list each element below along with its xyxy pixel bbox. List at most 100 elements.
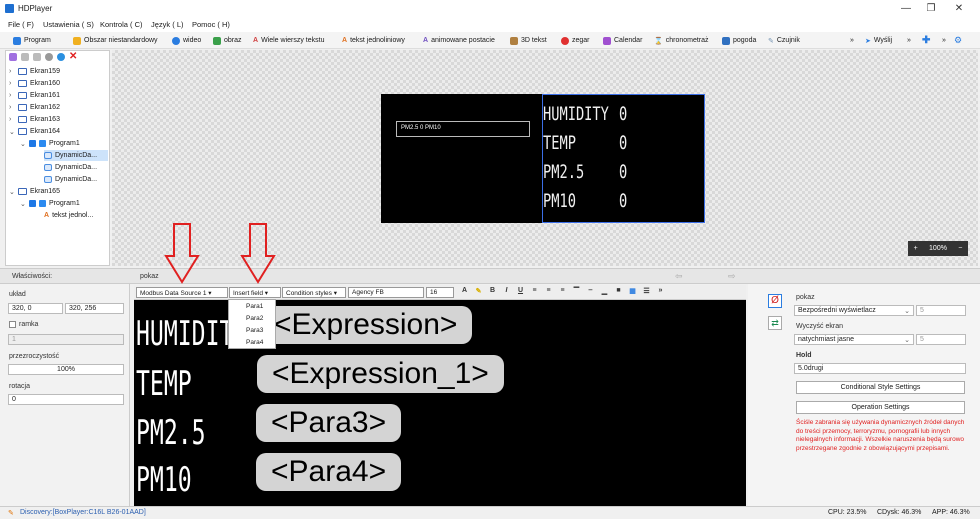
position-field[interactable]: 320, 0: [8, 303, 63, 314]
clear-duration[interactable]: 5: [916, 334, 966, 345]
new-icon[interactable]: [9, 53, 17, 61]
insert-field-select[interactable]: Insert field ▾: [229, 287, 281, 298]
tree-item-program[interactable]: ⌄ Program1: [20, 198, 80, 209]
frame-select[interactable]: 1: [8, 334, 124, 345]
calendar-button[interactable]: Calendar: [603, 34, 642, 47]
font-select[interactable]: Agency FB: [348, 287, 424, 298]
maximize-icon[interactable]: ❐: [920, 1, 942, 16]
data-source-select[interactable]: Modbus Data Source 1 ▾: [136, 287, 228, 298]
highlight-icon[interactable]: ✎: [474, 287, 483, 295]
tree-item-screen[interactable]: ⌄ Ekran165: [9, 186, 60, 197]
frame-checkbox[interactable]: ramka: [9, 321, 38, 328]
settings-gear-icon[interactable]: ⚙: [954, 34, 962, 47]
tab-show[interactable]: pokaz: [140, 273, 159, 280]
custom-area-button[interactable]: Obszar niestandardowy: [73, 34, 158, 47]
valign-bottom-icon[interactable]: ▁: [600, 287, 609, 295]
pm-text-area[interactable]: PM2.5 0 PM10: [396, 121, 530, 137]
align-center-icon[interactable]: ≡: [544, 287, 553, 295]
program-button[interactable]: Program: [13, 34, 51, 47]
expression-token[interactable]: <Expression>: [259, 306, 473, 344]
menu-language[interactable]: Język ( L): [151, 20, 184, 29]
down-icon[interactable]: [57, 53, 65, 61]
tree-item-screen[interactable]: › Ekran163: [9, 114, 60, 125]
video-button[interactable]: wideo: [172, 34, 201, 47]
font-size-select[interactable]: 16: [426, 287, 454, 298]
tree-item-program[interactable]: ⌄ Program1: [20, 138, 80, 149]
tree-item-dynamic-data[interactable]: DynamicDa...: [44, 174, 97, 185]
operation-settings-button[interactable]: Operation Settings: [796, 401, 965, 414]
discovery-status[interactable]: Discovery:[BoxPlayer:C16L B26-01AAD]: [20, 509, 146, 516]
tree-item-dynamic-data[interactable]: DynamicDa...: [44, 162, 97, 173]
weather-button[interactable]: pogoda: [722, 34, 756, 47]
no-condition-icon[interactable]: Ø: [768, 294, 782, 308]
clock-button[interactable]: zegar: [561, 34, 590, 47]
dropdown-option[interactable]: Para4: [246, 339, 263, 346]
dropdown-option[interactable]: Para2: [246, 315, 263, 322]
arrow-right-icon[interactable]: ⇨: [728, 271, 736, 282]
align-left-icon[interactable]: ≡: [530, 287, 539, 295]
menu-settings[interactable]: Ustawienia ( S): [43, 20, 94, 29]
tree-item-screen[interactable]: › Ekran161: [9, 90, 60, 101]
condition-styles-select[interactable]: Condition styles ▾: [282, 287, 346, 298]
image-button[interactable]: obraz: [213, 34, 242, 47]
underline-icon[interactable]: U: [516, 287, 525, 295]
shuffle-icon[interactable]: ⇄: [768, 316, 782, 330]
tree-item-dynamic-data[interactable]: DynamicDa...: [44, 150, 108, 161]
up-icon[interactable]: [45, 53, 53, 61]
size-field[interactable]: 320, 256: [65, 303, 124, 314]
clear-screen-select[interactable]: natychmiast jasne ⌄: [794, 334, 914, 345]
expression-token[interactable]: <Expression_1>: [257, 355, 504, 393]
move-icon[interactable]: ✚: [922, 34, 930, 47]
zoom-out-button[interactable]: −: [958, 245, 962, 252]
single-line-text-button[interactable]: Atekst jednoliniowy: [342, 34, 405, 47]
delete-icon[interactable]: ✕: [69, 52, 77, 62]
hold-stepper[interactable]: 5.0drugi: [794, 363, 966, 374]
conditional-style-settings-button[interactable]: Conditional Style Settings: [796, 381, 965, 394]
transparency-stepper[interactable]: 100%: [8, 364, 124, 375]
menu-help[interactable]: Pomoc ( H): [192, 20, 230, 29]
checkbox-icon[interactable]: [29, 200, 36, 207]
sensor-button[interactable]: ✎ Czujnik: [768, 34, 800, 47]
text-editor[interactable]: HUMIDITY <Expression> TEMP <Expression_1…: [134, 300, 746, 507]
minimize-icon[interactable]: —: [895, 1, 917, 16]
toolbar-overflow-icon[interactable]: »: [942, 34, 946, 47]
valign-middle-icon[interactable]: ‒: [586, 287, 595, 295]
grid-icon[interactable]: ▦: [628, 287, 637, 295]
rotation-stepper[interactable]: 0: [8, 394, 124, 405]
menu-file[interactable]: File ( F): [8, 20, 34, 29]
selected-dynamic-area[interactable]: HUMIDITY 0 TEMP 0 PM2.5 0 PM10 0: [542, 94, 705, 223]
animated-text-button[interactable]: Aanimowane postacie: [423, 34, 495, 47]
toolbar-overflow-icon[interactable]: »: [850, 34, 854, 47]
tree-item-screen[interactable]: › Ekran162: [9, 102, 60, 113]
dropdown-option[interactable]: Para1: [246, 303, 263, 310]
more-icon[interactable]: »: [656, 287, 665, 295]
list-icon[interactable]: ☰: [642, 287, 651, 295]
arrow-left-icon[interactable]: ⇦: [675, 271, 683, 282]
checkbox-icon[interactable]: [29, 140, 36, 147]
valign-top-icon[interactable]: ▔: [572, 287, 581, 295]
paste-icon[interactable]: [33, 53, 41, 61]
tree-item-text[interactable]: Atekst jednol...: [44, 210, 93, 221]
toolbar-overflow-icon[interactable]: »: [907, 34, 911, 47]
tree-item-screen[interactable]: ⌄ Ekran164: [9, 126, 60, 137]
multiline-text-button[interactable]: A Wiele wierszy tekstu: [253, 34, 324, 47]
send-button[interactable]: ➤ Wyślij: [865, 34, 892, 47]
copy-icon[interactable]: [21, 53, 29, 61]
stopwatch-button[interactable]: ⌛ chronometraż: [654, 34, 709, 47]
para-token[interactable]: <Para3>: [256, 404, 402, 442]
para-token[interactable]: <Para4>: [256, 453, 402, 491]
font-color-icon[interactable]: A: [460, 287, 469, 295]
color-black-icon[interactable]: ■: [614, 287, 623, 295]
align-right-icon[interactable]: ≡: [558, 287, 567, 295]
italic-icon[interactable]: I: [502, 287, 511, 295]
bold-icon[interactable]: B: [488, 287, 497, 295]
menu-control[interactable]: Kontrola ( C): [100, 20, 143, 29]
close-icon[interactable]: ✕: [948, 1, 970, 16]
show-duration[interactable]: 5: [916, 305, 966, 316]
zoom-in-button[interactable]: +: [914, 245, 918, 252]
tree-item-screen[interactable]: › Ekran160: [9, 78, 60, 89]
tree-item-screen[interactable]: › Ekran159: [9, 66, 60, 77]
show-select[interactable]: Bezpośredni wyświetlacz ⌄: [794, 305, 914, 316]
dropdown-option[interactable]: Para3: [246, 327, 263, 334]
3d-text-button[interactable]: 3D tekst: [510, 34, 547, 47]
